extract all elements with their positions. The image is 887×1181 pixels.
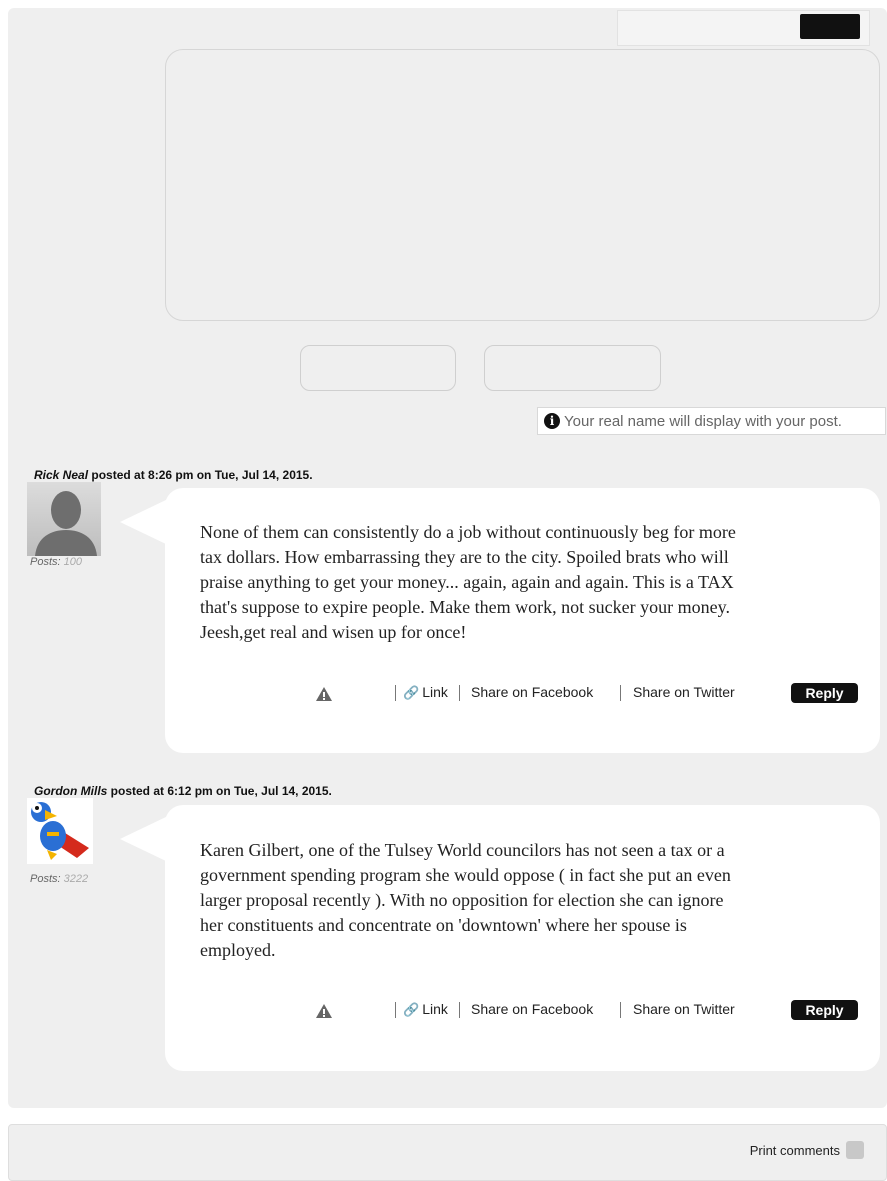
posts-count: Posts: 100 [30,556,82,568]
comment-textarea[interactable] [165,49,880,321]
form-button-2[interactable] [484,345,661,391]
comment-body: None of them can consistently do a job w… [200,520,870,645]
link-icon: 🔗 [403,685,420,700]
posts-number: 100 [63,556,82,568]
comment-line: praise anything to get your money... aga… [200,572,734,592]
report-warning-icon[interactable] [315,1003,333,1019]
share-facebook-link[interactable]: Share on Facebook [471,1001,593,1017]
comment-byline: Rick Neal posted at 8:26 pm on Tue, Jul … [34,468,313,482]
info-icon: i [544,413,560,429]
reply-button[interactable]: Reply [791,683,858,703]
link-label: Link [422,684,448,700]
superhero-bird-avatar-icon [27,798,93,864]
separator [395,685,396,701]
comments-footer: Print comments [8,1124,887,1181]
comment-line: employed. [200,940,276,960]
comment-meta: posted at 8:26 pm on Tue, Jul 14, 2015. [88,468,313,482]
comment-line: her constituents and concentrate on 'dow… [200,915,687,935]
submit-button[interactable] [800,14,860,39]
link-label: Link [422,1001,448,1017]
form-button-1[interactable] [300,345,456,391]
report-warning-icon[interactable] [315,686,333,702]
comment-meta: posted at 6:12 pm on Tue, Jul 14, 2015. [107,784,332,798]
comment-author[interactable]: Gordon Mills [34,784,107,798]
comment-byline: Gordon Mills posted at 6:12 pm on Tue, J… [34,784,332,798]
separator [459,685,460,701]
reply-button[interactable]: Reply [791,1000,858,1020]
share-twitter-link[interactable]: Share on Twitter [633,1001,735,1017]
avatar[interactable] [27,482,101,556]
bubble-tail [120,816,168,862]
share-twitter-link[interactable]: Share on Twitter [633,684,735,700]
print-icon[interactable] [846,1141,864,1159]
link-icon: 🔗 [403,1002,420,1017]
notice-text: Your real name will display with your po… [564,412,842,430]
separator [395,1002,396,1018]
print-comments-link[interactable]: Print comments [750,1143,840,1158]
posts-label: Posts: [30,556,61,568]
permalink[interactable]: 🔗 Link [403,1001,448,1018]
avatar[interactable] [27,798,93,864]
comment-author[interactable]: Rick Neal [34,468,88,482]
permalink[interactable]: 🔗 Link [403,684,448,701]
comment-line: None of them can consistently do a job w… [200,522,736,542]
comment-body: Karen Gilbert, one of the Tulsey World c… [200,838,870,963]
comment-line: that's suppose to expire people. Make th… [200,597,730,617]
silhouette-avatar-icon [27,482,101,556]
posts-label: Posts: [30,873,61,885]
separator [620,685,621,701]
share-facebook-link[interactable]: Share on Facebook [471,684,593,700]
comment-line: Karen Gilbert, one of the Tulsey World c… [200,840,725,860]
posts-number: 3222 [63,873,89,885]
comment-actions: 🔗 Link Share on Facebook Share on Twitter… [315,683,860,705]
real-name-notice: i Your real name will display with your … [537,407,886,435]
separator [620,1002,621,1018]
separator [459,1002,460,1018]
comment-actions: 🔗 Link Share on Facebook Share on Twitter… [315,1000,860,1022]
comment-line: larger proposal recently ). With no oppo… [200,890,724,910]
comment-line: government spending program she would op… [200,865,731,885]
comment-line: tax dollars. How embarrassing they are t… [200,547,729,567]
posts-count: Posts: 3222 [30,873,88,885]
bubble-tail [120,499,168,545]
comment-line: Jeesh,get real and wisen up for once! [200,622,467,642]
